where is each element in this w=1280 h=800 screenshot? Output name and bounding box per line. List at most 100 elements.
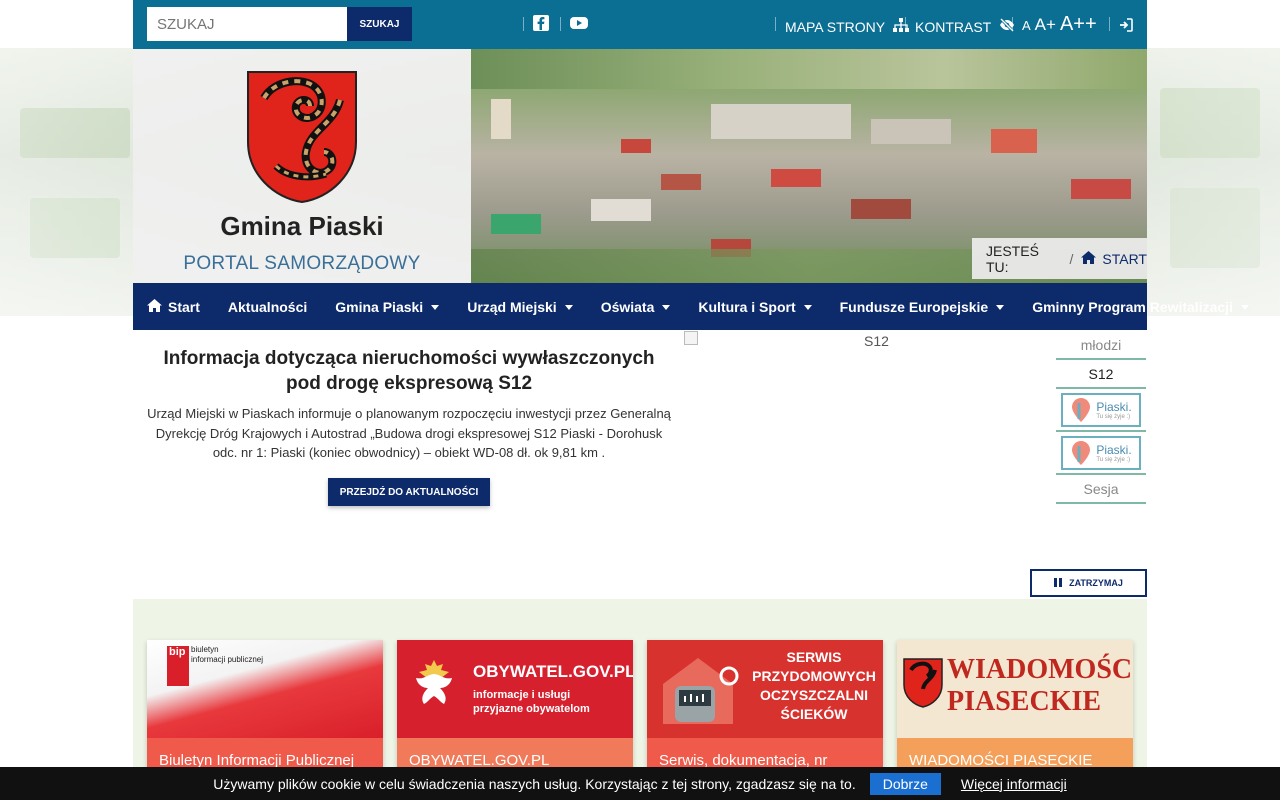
font-size-large[interactable]: A++ xyxy=(1060,13,1097,36)
thumbnail-alt: Sesja xyxy=(1083,480,1119,497)
wiadomosci-banner-title: WIADOMOŚCI PIASECKIE xyxy=(947,654,1133,718)
sitemap-icon xyxy=(893,18,910,35)
oczyszczalnie-banner: SERWIS PRZYDOMOWYCH OCZYSZCZALNI ŚCIEKÓW xyxy=(647,640,883,738)
nav-item-aktualnosci[interactable]: Aktualności xyxy=(214,283,321,330)
breadcrumb-label: JESTEŚ TU: xyxy=(986,242,1039,275)
caret-down-icon xyxy=(803,304,812,310)
banner-line-2: PRZYDOMOWYCH xyxy=(752,668,876,684)
cookie-accept-button[interactable]: Dobrze xyxy=(869,772,941,795)
divider xyxy=(775,17,776,31)
obywatel-banner-title: OBYWATEL.GOV.PL xyxy=(473,662,633,681)
caret-down-icon xyxy=(662,304,671,310)
banner-line-1: WIADOMOŚCI xyxy=(947,654,1133,685)
cookie-more-link[interactable]: Więcej informacji xyxy=(961,776,1067,792)
nav-item-oswiata[interactable]: Oświata xyxy=(587,283,685,330)
home-icon xyxy=(147,298,162,315)
pause-icon xyxy=(1054,577,1063,589)
divider xyxy=(1012,17,1013,31)
thumbnail-alt: S12 xyxy=(1088,365,1114,382)
coat-of-arms-icon xyxy=(903,658,943,708)
login-icon[interactable] xyxy=(1119,18,1133,32)
nav-item-label: Start xyxy=(168,298,200,315)
contrast-toggle[interactable]: KONTRAST xyxy=(915,17,1015,35)
thumbnail-mlodzi[interactable]: młodzi xyxy=(1056,331,1146,360)
youtube-icon[interactable] xyxy=(569,14,589,32)
obywatel-sub-line-1: informacje i usługi xyxy=(473,689,571,701)
nav-item-label: Kultura i Sport xyxy=(698,298,796,315)
piaski-pin-icon xyxy=(1072,440,1091,465)
sewage-tank-icon xyxy=(663,658,739,724)
piaski-logo: Piaski. Tu się żyje :) xyxy=(1061,392,1141,427)
top-bar: SZUKAJ MAPA STRONY KONTRAST A A+ A++ xyxy=(133,0,1147,49)
cookie-bar: Używamy plików cookie w celu świadczenia… xyxy=(0,767,1280,800)
nav-item-fundusze-europejskie[interactable]: Fundusze Europejskie xyxy=(826,283,1019,330)
logo-subtext: Tu się żyje :) xyxy=(1096,413,1131,420)
caret-down-icon xyxy=(564,304,573,310)
logo-box[interactable]: Gmina Piaski PORTAL SAMORZĄDOWY xyxy=(133,49,471,283)
thumbnail-alt: młodzi xyxy=(1080,336,1122,353)
obywatel-sub-line-2: przyjazne obywatelom xyxy=(473,703,590,715)
nav-item-label: Gmina Piaski xyxy=(335,298,424,315)
obywatel-banner-sub: informacje i usługi przyjazne obywatelom xyxy=(473,688,590,716)
nav-item-kultura-i-sport[interactable]: Kultura i Sport xyxy=(684,283,825,330)
divider xyxy=(523,17,524,31)
thumbnail-s12[interactable]: S12 xyxy=(1056,360,1146,389)
news-title[interactable]: Informacja dotycząca nieruchomości wywła… xyxy=(145,346,673,396)
caret-down-icon xyxy=(996,304,1005,310)
thumbnail-piaski-logo[interactable]: Piaski. Tu się żyje :) xyxy=(1056,432,1146,475)
nav-item-label: Urząd Miejski xyxy=(467,298,557,315)
logo-subtext: Tu się żyje :) xyxy=(1096,456,1131,463)
thumbnail-sesja[interactable]: Sesja xyxy=(1056,475,1146,504)
home-icon xyxy=(1081,250,1097,267)
contrast-label: KONTRAST xyxy=(915,18,992,35)
obywatel-banner: OBYWATEL.GOV.PL informacje i usługi przy… xyxy=(397,640,633,738)
eagle-emblem-icon xyxy=(416,660,452,704)
nav-item-gmina-piaski[interactable]: Gmina Piaski xyxy=(321,283,453,330)
news-body: Urząd Miejski w Piaskach informuje o pla… xyxy=(147,406,671,460)
site-title: Gmina Piaski xyxy=(220,211,384,241)
nav-item-label: Gminny Program Rewitalizacji xyxy=(1032,298,1233,315)
site-subtitle: PORTAL SAMORZĄDOWY xyxy=(183,253,421,274)
caret-down-icon xyxy=(1240,304,1249,310)
go-to-news-button[interactable]: PRZEJDŹ DO AKTUALNOŚCI xyxy=(328,478,490,506)
bip-line-2: informacji publicznej xyxy=(191,655,264,664)
pause-slider-button[interactable]: ZATRZYMAJ xyxy=(1030,569,1147,597)
breadcrumb: JESTEŚ TU: / START xyxy=(972,238,1147,279)
logo-text: Piaski. xyxy=(1096,399,1132,414)
banner-line-1: SERWIS xyxy=(786,649,842,665)
nav-item-urzad-miejski[interactable]: Urząd Miejski xyxy=(453,283,586,330)
breadcrumb-separator: / xyxy=(1069,250,1074,267)
nav-item-label: Fundusze Europejskie xyxy=(839,298,989,315)
news-slide: Informacja dotycząca nieruchomości wywła… xyxy=(145,346,673,463)
broken-image-icon xyxy=(684,331,698,345)
piaski-pin-icon xyxy=(1072,397,1091,422)
banner-line-4: ŚCIEKÓW xyxy=(780,706,848,722)
divider xyxy=(560,17,561,31)
nav-item-gminny-program-rewitalizacji[interactable]: Gminny Program Rewitalizacji xyxy=(1018,283,1263,330)
logo-text: Piaski. xyxy=(1096,442,1132,457)
news-image[interactable]: S12 xyxy=(684,331,1054,531)
nav-item-start[interactable]: Start xyxy=(133,283,214,330)
bip-mark: bip xyxy=(169,646,186,658)
piaski-logo: Piaski. Tu się żyje :) xyxy=(1061,435,1141,470)
sitemap-link[interactable]: MAPA STRONY xyxy=(785,18,910,35)
search-button[interactable]: SZUKAJ xyxy=(347,7,412,41)
news-image-alt: S12 xyxy=(864,333,889,349)
font-size-small[interactable]: A xyxy=(1022,18,1031,33)
cookie-text: Używamy plików cookie w celu świadczenia… xyxy=(213,775,856,792)
facebook-icon[interactable] xyxy=(532,14,550,32)
divider xyxy=(905,17,906,31)
oczyszczalnie-banner-title: SERWIS PRZYDOMOWYCH OCZYSZCZALNI ŚCIEKÓW xyxy=(751,648,877,724)
divider xyxy=(1109,17,1110,31)
search-input[interactable] xyxy=(147,7,347,41)
font-size-medium[interactable]: A+ xyxy=(1035,15,1056,35)
font-size-controls: A A+ A++ xyxy=(1022,13,1097,36)
banner-line-2: PIASECKIE xyxy=(947,686,1102,717)
wiadomosci-banner: WIADOMOŚCI PIASECKIE xyxy=(897,640,1133,738)
bip-banner-text: biuletyn informacji publicznej xyxy=(191,645,263,665)
thumbnail-piaski-logo[interactable]: Piaski. Tu się żyje :) xyxy=(1056,389,1146,432)
caret-down-icon xyxy=(431,304,440,310)
breadcrumb-home[interactable]: START xyxy=(1081,250,1147,267)
breadcrumb-current: START xyxy=(1102,250,1147,267)
banner-line-3: OCZYSZCZALNI xyxy=(759,687,869,703)
